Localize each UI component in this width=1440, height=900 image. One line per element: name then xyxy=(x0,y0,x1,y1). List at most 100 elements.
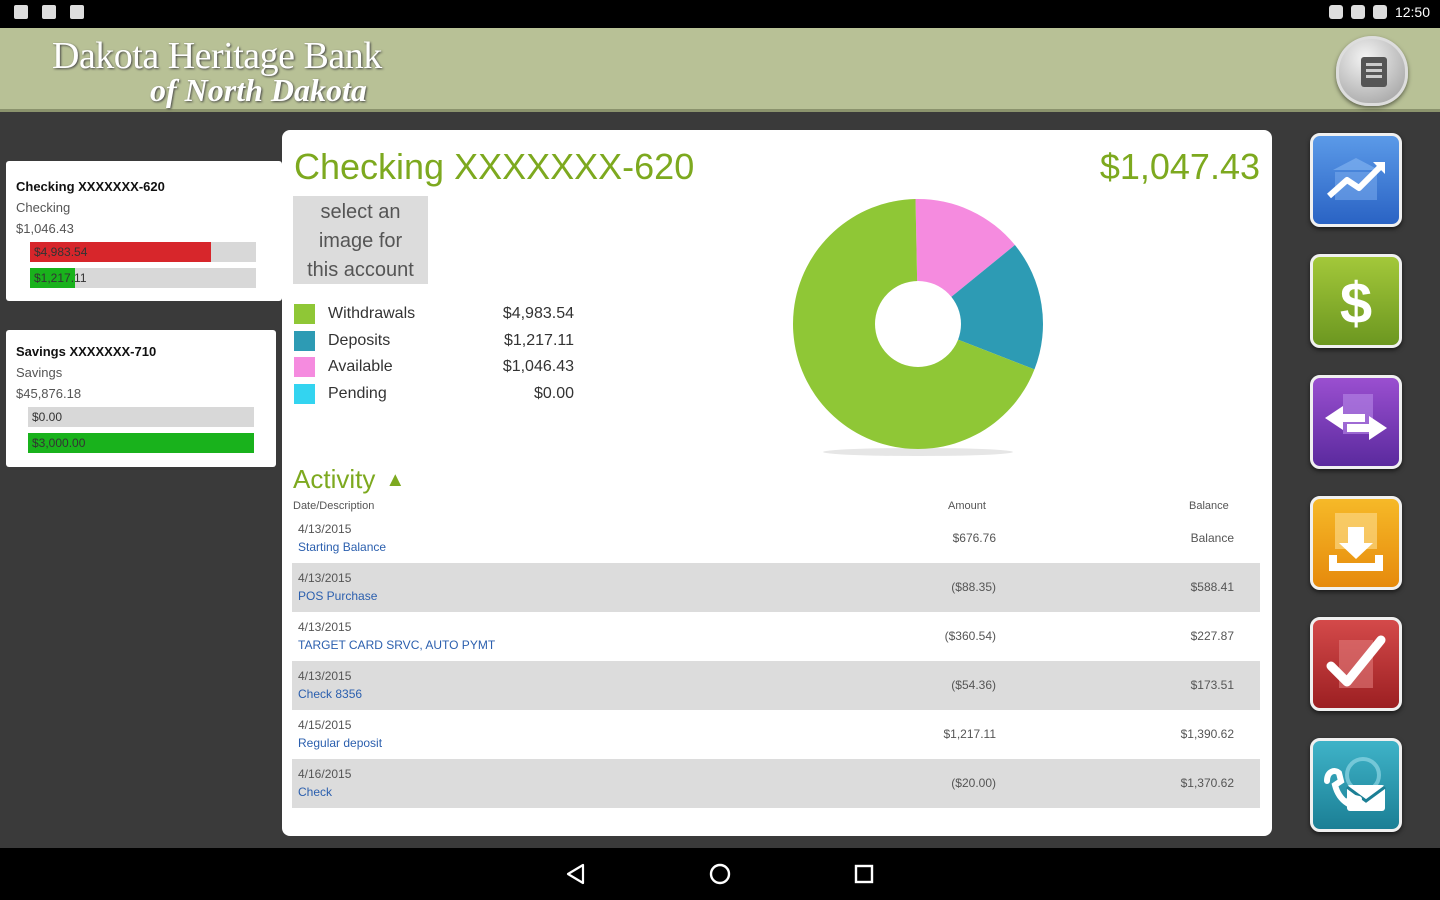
txn-date: 4/13/2015 xyxy=(298,522,352,536)
txn-description[interactable]: Starting Balance xyxy=(298,540,386,554)
bank-name-subtitle: of North Dakota xyxy=(150,72,367,108)
legend-label: Withdrawals xyxy=(328,305,416,322)
txn-description[interactable]: POS Purchase xyxy=(298,589,377,603)
txn-balance: $227.87 xyxy=(1190,629,1234,643)
image-prompt-line-3: this account xyxy=(307,259,414,281)
txn-balance: $173.51 xyxy=(1190,678,1234,692)
legend-value: $4,983.54 xyxy=(502,305,574,322)
notification-icons xyxy=(14,5,84,19)
select-image-button[interactable]: select an image for this account xyxy=(293,196,428,284)
txn-date: 4/13/2015 xyxy=(298,669,352,683)
txn-date: 4/16/2015 xyxy=(298,767,352,781)
lock-button[interactable] xyxy=(1336,36,1408,106)
deposits-bar-label: $1,217.11 xyxy=(34,271,87,285)
legend-item: Available $1,046.43 xyxy=(294,355,574,382)
contact-icon xyxy=(1324,757,1386,811)
legend-swatch xyxy=(294,304,315,324)
txn-description[interactable]: Regular deposit xyxy=(298,736,382,750)
txn-amount: ($54.36) xyxy=(951,678,996,692)
legend-item: Withdrawals $4,983.54 xyxy=(294,302,574,329)
recent-apps-icon[interactable] xyxy=(852,862,876,886)
table-row[interactable]: 4/13/2015 Starting Balance $676.76 Balan… xyxy=(292,514,1260,563)
battery-icon xyxy=(1372,5,1387,19)
withdrawals-bar-label: $0.00 xyxy=(32,410,63,424)
legend-label: Deposits xyxy=(328,331,391,349)
dollar-icon: $ xyxy=(1340,271,1372,336)
legend-value: $1,217.11 xyxy=(504,331,574,349)
legend-value: $1,046.43 xyxy=(502,358,574,375)
txn-description[interactable]: Check 8356 xyxy=(298,687,362,701)
deposits-bar-label: $3,000.00 xyxy=(32,436,86,450)
txn-amount: ($20.00) xyxy=(951,776,996,790)
donut-hole xyxy=(875,281,961,367)
status-bar: 12:50 xyxy=(0,0,1440,28)
txn-amount: ($88.35) xyxy=(951,580,996,594)
account-type: Checking xyxy=(16,200,71,215)
withdrawals-bar: $0.00 xyxy=(28,407,254,427)
txn-amount: $676.76 xyxy=(952,531,996,545)
contact-button[interactable] xyxy=(1310,738,1402,832)
account-card-savings[interactable]: Savings XXXXXXX-710 Savings $45,876.18 $… xyxy=(6,330,276,467)
txn-balance: $1,370.62 xyxy=(1180,776,1234,790)
column-header-balance: Balance xyxy=(1189,500,1229,512)
deposits-bar: $1,217.11 xyxy=(30,268,256,288)
legend-item: Deposits $1,217.11 xyxy=(294,329,574,356)
system-icons: 12:50 xyxy=(1328,4,1430,20)
accounts-chart-icon xyxy=(1327,158,1385,200)
table-row[interactable]: 4/16/2015 Check ($20.00) $1,370.62 xyxy=(292,759,1260,808)
account-balance: $45,876.18 xyxy=(16,386,82,401)
legend-item: Pending $0.00 xyxy=(294,382,574,409)
activity-label: Activity xyxy=(293,464,376,494)
account-detail-panel: Checking XXXXXXX-620 $1,047.43 select an… xyxy=(282,130,1272,836)
txn-description[interactable]: Check xyxy=(298,785,332,799)
image-prompt-line-2: image for xyxy=(318,230,403,252)
table-row[interactable]: 4/13/2015 POS Purchase ($88.35) $588.41 xyxy=(292,563,1260,612)
txn-balance: Balance xyxy=(1190,531,1234,545)
legend-swatch xyxy=(294,383,315,404)
table-row[interactable]: 4/15/2015 Regular deposit $1,217.11 $1,3… xyxy=(292,710,1260,759)
accounts-button[interactable] xyxy=(1310,133,1402,227)
activity-toggle[interactable]: Activity ▲ xyxy=(293,464,405,495)
app-header: Dakota Heritage Bank of North Dakota xyxy=(0,28,1440,112)
txn-balance: $1,390.62 xyxy=(1180,727,1234,741)
clock: 12:50 xyxy=(1394,4,1430,20)
txn-date: 4/13/2015 xyxy=(298,620,352,634)
table-row[interactable]: 4/13/2015 TARGET CARD SRVC, AUTO PYMT ($… xyxy=(292,612,1260,661)
deposits-bar: $3,000.00 xyxy=(28,433,254,453)
transfer-button[interactable] xyxy=(1310,375,1402,469)
vibrate-icon xyxy=(1328,5,1343,19)
system-navigation-bar xyxy=(0,848,1440,900)
bill-pay-button[interactable] xyxy=(1310,617,1402,711)
lock-icon xyxy=(1361,57,1387,87)
account-type: Savings xyxy=(16,365,63,380)
chart-legend: Withdrawals $4,983.54 Deposits $1,217.11… xyxy=(294,302,574,408)
wifi-icon xyxy=(1350,5,1365,19)
screenshot-icon xyxy=(14,5,28,19)
page-title: Checking XXXXXXX-620 xyxy=(294,146,695,187)
image-prompt-line-1: select an xyxy=(320,201,401,223)
column-header-amount: Amount xyxy=(948,500,986,512)
camera-icon xyxy=(70,5,84,19)
legend-swatch xyxy=(294,330,315,351)
txn-date: 4/15/2015 xyxy=(298,718,352,732)
legend-value: $0.00 xyxy=(533,384,574,402)
home-icon[interactable] xyxy=(708,862,732,886)
legend-swatch xyxy=(294,357,315,377)
svg-text:$: $ xyxy=(1340,271,1372,336)
chart-shadow xyxy=(823,448,1013,456)
account-card-checking[interactable]: Checking XXXXXXX-620 Checking $1,046.43 … xyxy=(6,161,282,301)
collapse-arrow-icon: ▲ xyxy=(385,469,406,491)
account-balance-total: $1,047.43 xyxy=(1099,146,1260,187)
legend-label: Pending xyxy=(328,384,387,402)
txn-date: 4/13/2015 xyxy=(298,571,352,585)
back-icon[interactable] xyxy=(564,862,588,886)
withdrawals-bar: $4,983.54 xyxy=(30,242,256,262)
deposit-button[interactable] xyxy=(1310,496,1402,590)
deposit-icon xyxy=(1329,513,1383,571)
payments-button[interactable]: $ xyxy=(1310,254,1402,348)
table-row[interactable]: 4/13/2015 Check 8356 ($54.36) $173.51 xyxy=(292,661,1260,710)
transfer-icon xyxy=(1325,394,1387,440)
account-title: Savings XXXXXXX-710 xyxy=(16,344,157,359)
account-balance: $1,046.43 xyxy=(16,221,74,236)
txn-description[interactable]: TARGET CARD SRVC, AUTO PYMT xyxy=(298,638,495,652)
